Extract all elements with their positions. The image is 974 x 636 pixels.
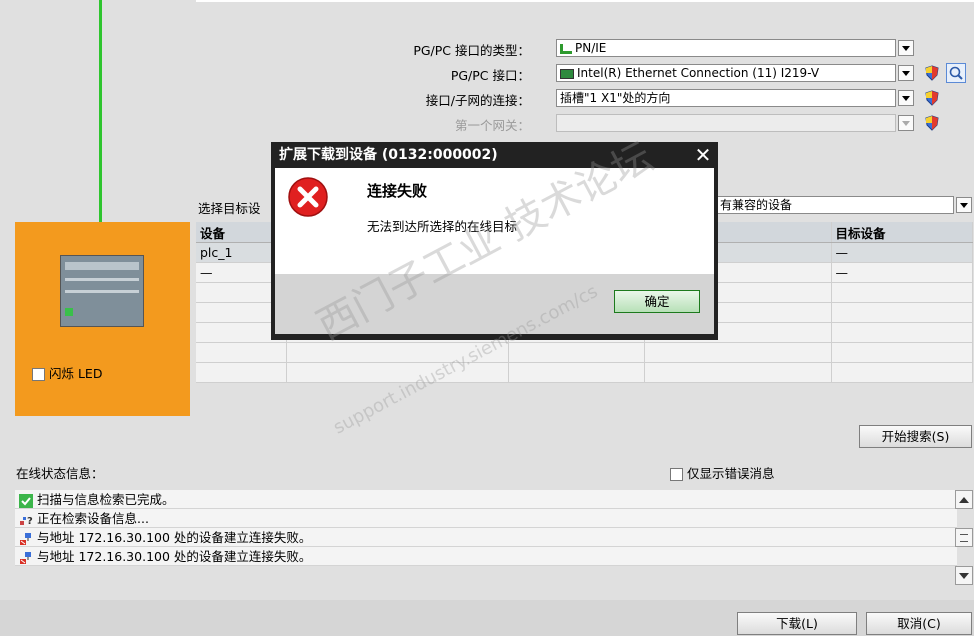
status-log-text: 与地址 172.16.30.100 处的设备建立连接失败。 bbox=[37, 530, 312, 545]
dialog-footer: 确定 bbox=[275, 274, 714, 334]
table-cell: — bbox=[831, 262, 973, 283]
info-search-icon: ? bbox=[20, 516, 33, 527]
status-log-text: 扫描与信息检索已完成。 bbox=[37, 492, 175, 507]
table-cell bbox=[508, 342, 645, 363]
gateway-dropdown-button[interactable] bbox=[898, 115, 914, 131]
table-cell bbox=[831, 362, 973, 383]
gateway-label: 第一个网关： bbox=[454, 118, 530, 133]
target-dropdown-button[interactable] bbox=[956, 197, 972, 213]
compatible-devices-value: 有兼容的设备 bbox=[720, 198, 793, 212]
table-cell bbox=[196, 342, 287, 363]
network-card-icon bbox=[560, 68, 574, 79]
scroll-thumb[interactable] bbox=[955, 528, 973, 547]
status-log-item: ? 正在检索设备信息... bbox=[15, 509, 957, 528]
online-status-title: 在线状态信息： bbox=[16, 466, 104, 481]
status-log-item: 与地址 172.16.30.100 处的设备建立连接失败。 bbox=[15, 547, 957, 566]
chevron-up-icon bbox=[959, 496, 969, 503]
connection-error-icon bbox=[20, 532, 31, 545]
pgpc-interface-dropdown-button[interactable] bbox=[898, 65, 914, 81]
subnet-connection-value: 插槽"1 X1"处的方向 bbox=[560, 91, 671, 105]
table-cell bbox=[831, 342, 973, 363]
chevron-down-icon bbox=[902, 120, 910, 126]
top-panel-edge bbox=[196, 0, 974, 2]
table-cell bbox=[831, 282, 973, 303]
table-cell bbox=[831, 322, 973, 343]
chevron-down-icon bbox=[902, 70, 910, 76]
table-cell bbox=[644, 362, 832, 383]
gateway-select[interactable] bbox=[556, 114, 896, 132]
pgpc-type-value: PN/IE bbox=[575, 41, 607, 55]
status-log-item: 扫描与信息检索已完成。 bbox=[15, 490, 957, 509]
dialog-body: 连接失败 无法到达所选择的在线目标 bbox=[275, 168, 714, 274]
table-cell bbox=[286, 342, 509, 363]
errors-only-option[interactable]: 仅显示错误消息 bbox=[670, 463, 775, 482]
svg-text:?: ? bbox=[27, 516, 33, 527]
status-log-text: 与地址 172.16.30.100 处的设备建立连接失败。 bbox=[37, 549, 312, 564]
scroll-up-button[interactable] bbox=[955, 490, 973, 509]
start-search-button[interactable]: 开始搜索(S) bbox=[859, 425, 972, 448]
shield-icon[interactable] bbox=[925, 115, 939, 131]
status-log-text: 正在检索设备信息... bbox=[37, 511, 149, 526]
chevron-down-icon bbox=[960, 202, 968, 208]
table-cell: — bbox=[831, 242, 973, 263]
grip-icon bbox=[960, 533, 968, 542]
table-cell bbox=[286, 362, 509, 383]
dialog-title: 扩展下载到设备 (0132:000002) bbox=[279, 147, 498, 163]
pgpc-interface-value: Intel(R) Ethernet Connection (11) I219-V bbox=[577, 66, 820, 80]
status-log-item: 与地址 172.16.30.100 处的设备建立连接失败。 bbox=[15, 528, 957, 547]
errors-only-checkbox[interactable] bbox=[670, 468, 683, 481]
ok-button[interactable]: 确定 bbox=[614, 290, 700, 313]
flash-led-label: 闪烁 LED bbox=[48, 366, 103, 381]
pn-ie-icon bbox=[560, 43, 572, 54]
magnifier-icon bbox=[949, 66, 963, 80]
errors-only-label: 仅显示错误消息 bbox=[686, 466, 775, 481]
subnet-connection-select[interactable]: 插槽"1 X1"处的方向 bbox=[556, 89, 896, 107]
plc-device-image bbox=[60, 255, 144, 327]
table-cell bbox=[831, 302, 973, 323]
shield-icon[interactable] bbox=[925, 65, 939, 81]
pgpc-interface-label: PG/PC 接口： bbox=[450, 68, 530, 83]
error-dialog: 扩展下载到设备 (0132:000002) ✕ 连接失败 无法到达所选择的在线目… bbox=[271, 142, 718, 340]
table-row[interactable] bbox=[196, 362, 973, 383]
pgpc-type-label: PG/PC 接口的类型： bbox=[413, 43, 530, 58]
table-row[interactable] bbox=[196, 342, 973, 363]
scroll-down-button[interactable] bbox=[955, 566, 973, 585]
network-line bbox=[99, 0, 102, 226]
download-button[interactable]: 下载(L) bbox=[737, 612, 857, 635]
table-cell bbox=[508, 362, 645, 383]
subnet-dropdown-button[interactable] bbox=[898, 90, 914, 106]
dialog-message: 无法到达所选择的在线目标 bbox=[367, 219, 518, 234]
subnet-connection-label: 接口/子网的连接： bbox=[425, 93, 530, 108]
pgpc-type-select[interactable]: PN/IE bbox=[556, 39, 896, 57]
dialog-heading: 连接失败 bbox=[367, 182, 428, 200]
shield-icon[interactable] bbox=[925, 90, 939, 106]
error-icon bbox=[288, 177, 328, 217]
flash-led-option[interactable]: 闪烁 LED bbox=[32, 363, 102, 382]
select-target-label: 选择目标设 bbox=[198, 201, 261, 216]
chevron-down-icon bbox=[902, 45, 910, 51]
compatible-devices-select[interactable]: 有兼容的设备 bbox=[716, 196, 954, 214]
connection-error-icon bbox=[20, 551, 31, 564]
diagnostics-button[interactable] bbox=[946, 63, 966, 83]
cancel-button[interactable]: 取消(C) bbox=[866, 612, 972, 635]
pgpc-type-dropdown-button[interactable] bbox=[898, 40, 914, 56]
table-cell bbox=[196, 362, 287, 383]
chevron-down-icon bbox=[959, 572, 969, 579]
check-icon bbox=[19, 493, 33, 508]
close-icon[interactable]: ✕ bbox=[692, 144, 714, 166]
table-cell bbox=[644, 342, 832, 363]
pgpc-interface-select[interactable]: Intel(R) Ethernet Connection (11) I219-V bbox=[556, 64, 896, 82]
column-header[interactable]: 目标设备 bbox=[831, 222, 973, 243]
chevron-down-icon bbox=[902, 95, 910, 101]
flash-led-checkbox[interactable] bbox=[32, 368, 45, 381]
